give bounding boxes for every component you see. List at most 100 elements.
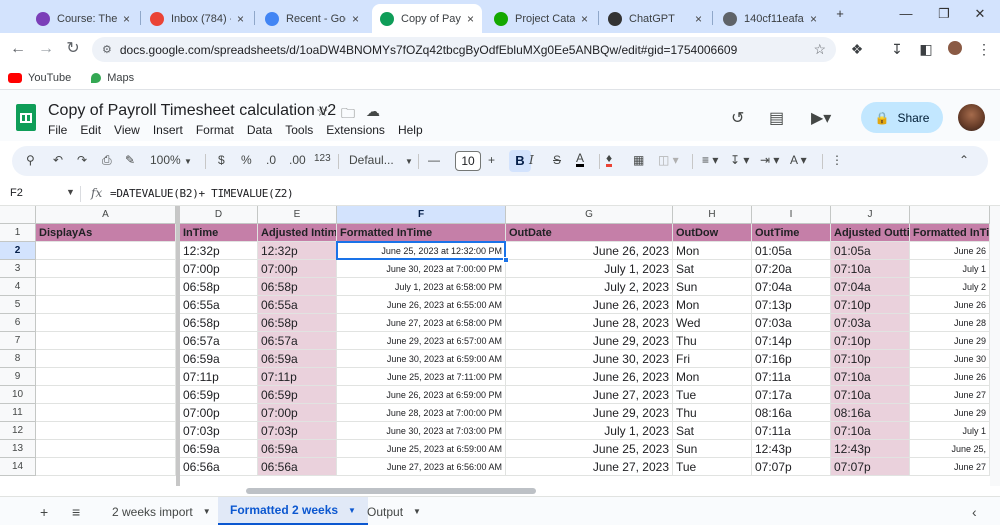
header-cell[interactable]: InTime	[180, 224, 258, 242]
side-panel-icon[interactable]: ◧	[917, 41, 935, 58]
grid-cell[interactable]: June 26, 2023 at 6:59:00 PM	[337, 386, 506, 404]
menu-edit[interactable]: Edit	[80, 123, 101, 137]
chevron-left-icon[interactable]: ‹	[972, 504, 977, 520]
grid-cell[interactable]: June 30	[910, 350, 990, 368]
row-header[interactable]: 6	[0, 314, 36, 332]
grid-cell[interactable]: July 2, 2023	[506, 278, 673, 296]
row-header[interactable]: 3	[0, 260, 36, 278]
grid-cell[interactable]	[36, 332, 176, 350]
search-menus-icon[interactable]: ⚲	[26, 153, 35, 167]
grid-cell[interactable]: 06:57a	[258, 332, 337, 350]
grid-cell[interactable]: 06:58p	[258, 314, 337, 332]
zoom-select[interactable]: 100% ▼	[150, 153, 192, 167]
tab-close-icon[interactable]: ×	[467, 12, 474, 26]
header-cell[interactable]: OutDow	[673, 224, 752, 242]
grid-cell[interactable]: June 25, 2023 at 6:59:00 AM	[337, 440, 506, 458]
grid-cell[interactable]: 07:10a	[831, 368, 910, 386]
grid-cell[interactable]: June 30, 2023	[506, 350, 673, 368]
grid-cell[interactable]: July 1	[910, 260, 990, 278]
tab-close-icon[interactable]: ×	[352, 12, 359, 26]
undo-icon[interactable]: ↶	[53, 153, 63, 167]
grid-cell[interactable]: July 1, 2023	[506, 260, 673, 278]
grid-cell[interactable]: 07:00p	[258, 404, 337, 422]
column-header-I[interactable]: I	[752, 206, 831, 224]
more-formats-button[interactable]: 123	[314, 153, 331, 164]
redo-icon[interactable]: ↷	[77, 153, 87, 167]
decrease-decimal-button[interactable]: .0	[266, 153, 276, 167]
grid-cell[interactable]: June 28, 2023	[506, 314, 673, 332]
font-size-input[interactable]: 10	[455, 151, 481, 171]
grid-cell[interactable]	[36, 422, 176, 440]
new-tab-button[interactable]: +	[830, 6, 850, 21]
chevron-down-icon[interactable]: ▼	[413, 507, 421, 516]
grid-cell[interactable]: 07:13p	[752, 296, 831, 314]
row-header[interactable]: 12	[0, 422, 36, 440]
row-header[interactable]: 9	[0, 368, 36, 386]
grid-cell[interactable]: 07:03a	[752, 314, 831, 332]
grid-cell[interactable]: June 30, 2023 at 6:59:00 AM	[337, 350, 506, 368]
font-select[interactable]: Defaul... ▼	[349, 153, 413, 167]
grid-cell[interactable]: Mon	[673, 296, 752, 314]
grid-cell[interactable]	[36, 386, 176, 404]
merge-cells-icon[interactable]: ◫ ▾	[658, 153, 679, 167]
italic-icon[interactable]: I	[529, 153, 534, 167]
grid-cell[interactable]: 07:11a	[752, 422, 831, 440]
column-header-H[interactable]: H	[673, 206, 752, 224]
grid-cell[interactable]	[36, 440, 176, 458]
grid-cell[interactable]	[36, 242, 176, 260]
menu-help[interactable]: Help	[398, 123, 423, 137]
grid-cell[interactable]: 12:32p	[258, 242, 337, 260]
tab-close-icon[interactable]: ×	[695, 12, 702, 26]
menu-file[interactable]: File	[48, 123, 67, 137]
vertical-scrollbar[interactable]	[990, 206, 1000, 486]
grid-cell[interactable]: 12:32p	[180, 242, 258, 260]
document-title[interactable]: Copy of Payroll Timesheet calculation v2	[48, 102, 336, 120]
grid-cell[interactable]: July 1, 2023 at 6:58:00 PM	[337, 278, 506, 296]
row-header[interactable]: 10	[0, 386, 36, 404]
grid-cell[interactable]: June 25, 2023 at 7:11:00 PM	[337, 368, 506, 386]
grid-cell[interactable]: 07:10a	[831, 386, 910, 404]
increase-decimal-button[interactable]: .00	[289, 153, 306, 167]
comments-icon[interactable]: ▤	[769, 108, 784, 128]
grid-cell[interactable]: 07:00p	[258, 260, 337, 278]
grid-cell[interactable]: Wed	[673, 314, 752, 332]
grid-cell[interactable]: 06:55a	[180, 296, 258, 314]
grid-cell[interactable]: July 2	[910, 278, 990, 296]
row-header[interactable]: 13	[0, 440, 36, 458]
menu-extensions[interactable]: Extensions	[326, 123, 385, 137]
row-header[interactable]: 1	[0, 224, 36, 242]
grid-cell[interactable]: 07:11p	[180, 368, 258, 386]
grid-cell[interactable]: Sat	[673, 260, 752, 278]
strikethrough-icon[interactable]: S	[553, 153, 561, 167]
tab-close-icon[interactable]: ×	[581, 12, 588, 26]
grid-cell[interactable]: 12:43p	[752, 440, 831, 458]
tab-close-icon[interactable]: ×	[237, 12, 244, 26]
collapse-menus-icon[interactable]: ⌃	[959, 153, 969, 167]
frozen-column-divider[interactable]	[176, 206, 180, 486]
grid-cell[interactable]: June 26, 2023	[506, 242, 673, 260]
minimize-icon[interactable]: —	[896, 6, 916, 21]
header-cell[interactable]: Formatted InTime	[910, 224, 990, 242]
decrease-font-size-icon[interactable]: —	[428, 153, 440, 167]
tab-close-icon[interactable]: ×	[123, 12, 130, 26]
grid-cell[interactable]: 06:59p	[258, 386, 337, 404]
forward-icon[interactable]: →	[36, 40, 56, 58]
bookmark-star-icon[interactable]: ☆	[813, 41, 826, 58]
grid-cell[interactable]: 07:10p	[831, 350, 910, 368]
grid-cell[interactable]: June 28, 2023 at 7:00:00 PM	[337, 404, 506, 422]
column-header-F[interactable]: F	[337, 206, 506, 224]
increase-font-size-icon[interactable]: +	[488, 153, 495, 167]
grid-cell[interactable]: June 29	[910, 404, 990, 422]
column-header-D[interactable]: D	[180, 206, 258, 224]
grid-cell[interactable]: June 26, 2023 at 6:55:00 AM	[337, 296, 506, 314]
grid-cell[interactable]: June 26, 2023	[506, 296, 673, 314]
grid-cell[interactable]: 06:59a	[258, 440, 337, 458]
grid-cell[interactable]: Tue	[673, 386, 752, 404]
grid-cell[interactable]: 07:10p	[831, 296, 910, 314]
grid-cell[interactable]	[36, 350, 176, 368]
spreadsheet-grid[interactable]: A D E F G H I J 1 2 3 4 5 6 7 8 9 10 11 12 13 14 DisplayAs InTi…	[0, 206, 990, 486]
name-box[interactable]: F2	[10, 187, 23, 199]
grid-cell[interactable]: Sat	[673, 422, 752, 440]
grid-cell[interactable]: July 1	[910, 422, 990, 440]
grid-cell[interactable]	[36, 404, 176, 422]
